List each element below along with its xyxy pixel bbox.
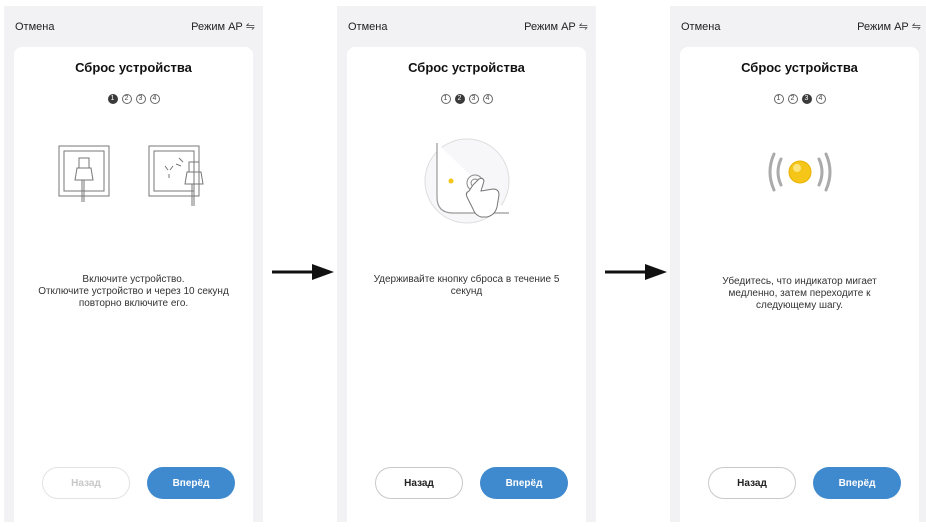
description-text: Удерживайте кнопку сброса в течение 5 се… <box>373 274 560 297</box>
blinking-indicator-illustration <box>680 147 919 197</box>
page-title: Сброс устройства <box>75 60 192 75</box>
wifi-icon: ⇋ <box>245 21 255 33</box>
press-reset-icon <box>424 138 509 224</box>
next-button[interactable]: Вперёд <box>813 467 901 499</box>
plug-socket-icon <box>58 145 204 206</box>
step-4: 4 <box>482 94 493 104</box>
step-indicator: 1 2 3 4 <box>680 94 919 104</box>
ap-mode-button[interactable]: Режим AP ⇋ <box>524 20 588 34</box>
back-button[interactable]: Назад <box>42 467 130 499</box>
cancel-button[interactable]: Отмена <box>348 21 387 33</box>
blinking-light-icon <box>768 152 831 192</box>
screen-step-3: Отмена Режим AP ⇋ Сброс устройства 1 2 3… <box>670 6 926 522</box>
wifi-icon: ⇋ <box>911 21 921 33</box>
description-text: Включите устройство. Отключите устройств… <box>38 274 229 309</box>
description-text: Убедитесь, что индикатор мигает медленно… <box>722 276 877 311</box>
flow-arrow-icon <box>605 264 667 280</box>
step-description: Убедитесь, что индикатор мигает медленно… <box>702 276 897 312</box>
top-bar: Отмена Режим AP ⇋ <box>337 6 596 46</box>
page-title: Сброс устройства <box>408 60 525 75</box>
reset-button-illustration <box>347 133 586 233</box>
cancel-button[interactable]: Отмена <box>15 21 54 33</box>
ap-mode-label: Режим AP <box>857 20 909 33</box>
step-4: 4 <box>149 94 160 104</box>
step-1: 1 <box>773 94 784 104</box>
step-2: 2 <box>787 94 798 104</box>
step-2: 2 <box>454 94 465 104</box>
top-bar: Отмена Режим AP ⇋ <box>670 6 926 46</box>
step-indicator: 1 2 3 4 <box>347 94 586 104</box>
step-4: 4 <box>815 94 826 104</box>
next-button[interactable]: Вперёд <box>480 467 568 499</box>
ap-mode-button[interactable]: Режим AP ⇋ <box>191 20 255 34</box>
content-card: Сброс устройства 1 2 3 4 Убедитесь, что … <box>680 47 919 522</box>
step-3: 3 <box>135 94 146 104</box>
step-2: 2 <box>121 94 132 104</box>
step-1: 1 <box>440 94 451 104</box>
plug-illustration <box>14 140 253 215</box>
step-indicator: 1 2 3 4 <box>14 94 253 104</box>
ap-mode-button[interactable]: Режим AP ⇋ <box>857 20 921 34</box>
page-title: Сброс устройства <box>741 60 858 75</box>
back-button[interactable]: Назад <box>375 467 463 499</box>
step-3: 3 <box>468 94 479 104</box>
content-card: Сброс устройства 1 2 3 4 Включите устрой… <box>14 47 253 522</box>
back-button[interactable]: Назад <box>708 467 796 499</box>
step-1: 1 <box>107 94 118 104</box>
step-3: 3 <box>801 94 812 104</box>
content-card: Сброс устройства 1 2 3 4 Удерживайте кно… <box>347 47 586 522</box>
flow-arrow-icon <box>272 264 334 280</box>
step-description: Удерживайте кнопку сброса в течение 5 се… <box>369 274 564 298</box>
ap-mode-label: Режим AP <box>191 20 243 33</box>
cancel-button[interactable]: Отмена <box>681 21 720 33</box>
next-button[interactable]: Вперёд <box>147 467 235 499</box>
step-description: Включите устройство. Отключите устройств… <box>36 274 231 310</box>
screen-step-2: Отмена Режим AP ⇋ Сброс устройства 1 2 3… <box>337 6 596 522</box>
screen-step-1: Отмена Режим AP ⇋ Сброс устройства 1 2 3… <box>4 6 263 522</box>
top-bar: Отмена Режим AP ⇋ <box>4 6 263 46</box>
ap-mode-label: Режим AP <box>524 20 576 33</box>
wifi-icon: ⇋ <box>578 21 588 33</box>
